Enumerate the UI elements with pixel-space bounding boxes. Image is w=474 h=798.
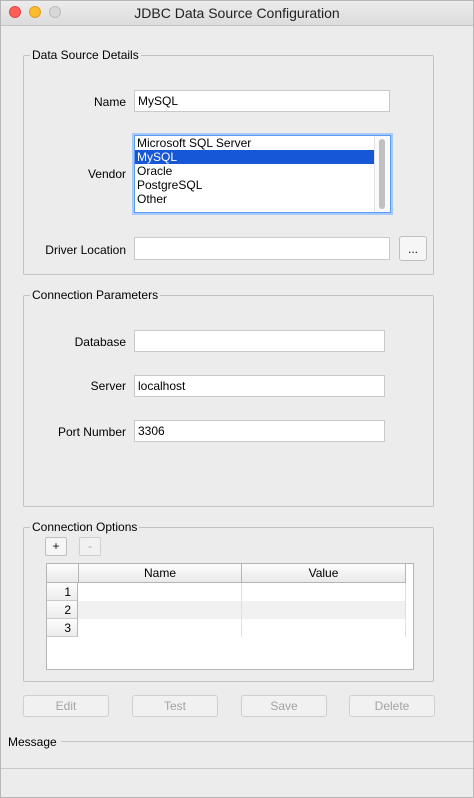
option-value-cell[interactable] (242, 601, 406, 619)
save-button[interactable]: Save (241, 695, 327, 717)
column-header-name[interactable]: Name (79, 564, 242, 583)
vendor-options: Microsoft SQL Server MySQL Oracle PostgreSQ… (135, 136, 390, 206)
message-label: Message (8, 735, 57, 749)
connection-parameters-group: Connection Parameters Database Server Po… (23, 287, 434, 507)
port-number-input[interactable] (134, 420, 385, 442)
database-label: Database (74, 335, 126, 349)
jdbc-config-window: JDBC Data Source Configuration Data Sour… (0, 0, 474, 798)
option-name-cell[interactable] (78, 619, 242, 637)
vendor-label: Vendor (87, 167, 126, 181)
vendor-option[interactable]: Other (135, 192, 375, 206)
server-input[interactable] (134, 375, 385, 397)
vendor-list-scroll-thumb[interactable] (379, 139, 385, 209)
message-divider (61, 741, 473, 742)
connection-options-group: Connection Options + - Name Value 1 2 3 (23, 519, 434, 682)
driver-location-label: Driver Location (45, 243, 126, 257)
vendor-option[interactable]: MySQL (135, 150, 375, 164)
edit-button[interactable]: Edit (23, 695, 109, 717)
connection-options-legend: Connection Options (30, 519, 140, 535)
title-bar[interactable]: JDBC Data Source Configuration (1, 1, 473, 26)
remove-option-button[interactable]: - (79, 537, 101, 556)
row-number: 1 (47, 583, 78, 601)
window-title: JDBC Data Source Configuration (134, 5, 340, 21)
name-label: Name (93, 95, 126, 109)
vendor-option[interactable]: Microsoft SQL Server (135, 136, 375, 150)
data-source-details-group: Data Source Details Name Vendor Microsof… (23, 47, 434, 275)
option-name-cell[interactable] (78, 601, 242, 619)
option-name-cell[interactable] (78, 583, 242, 601)
port-number-label: Port Number (57, 425, 126, 439)
name-input[interactable] (134, 90, 390, 112)
table-corner-header (47, 564, 79, 583)
server-label: Server (90, 379, 126, 393)
message-text (9, 751, 449, 765)
vendor-listbox[interactable]: Microsoft SQL Server MySQL Oracle PostgreSQ… (134, 135, 391, 213)
column-header-value[interactable]: Value (242, 564, 406, 583)
connection-options-table[interactable]: Name Value 1 2 3 (46, 563, 414, 670)
row-number: 2 (47, 601, 78, 619)
vendor-option[interactable]: Oracle (135, 164, 375, 178)
data-source-details-legend: Data Source Details (30, 47, 141, 63)
driver-location-input[interactable] (134, 237, 390, 260)
table-row[interactable]: 1 (47, 583, 406, 601)
connection-parameters-legend: Connection Parameters (30, 287, 161, 303)
row-number: 3 (47, 619, 78, 637)
browse-driver-button[interactable]: ... (399, 236, 427, 261)
table-row[interactable]: 2 (47, 601, 406, 619)
option-value-cell[interactable] (242, 583, 406, 601)
message-area-bottom-border (1, 768, 473, 769)
vendor-list-scrollbar[interactable] (374, 136, 390, 212)
delete-button[interactable]: Delete (349, 695, 435, 717)
database-input[interactable] (134, 330, 385, 352)
test-button[interactable]: Test (132, 695, 218, 717)
option-value-cell[interactable] (242, 619, 406, 637)
add-option-button[interactable]: + (45, 537, 67, 556)
table-row[interactable]: 3 (47, 619, 406, 637)
vendor-option[interactable]: PostgreSQL (135, 178, 375, 192)
